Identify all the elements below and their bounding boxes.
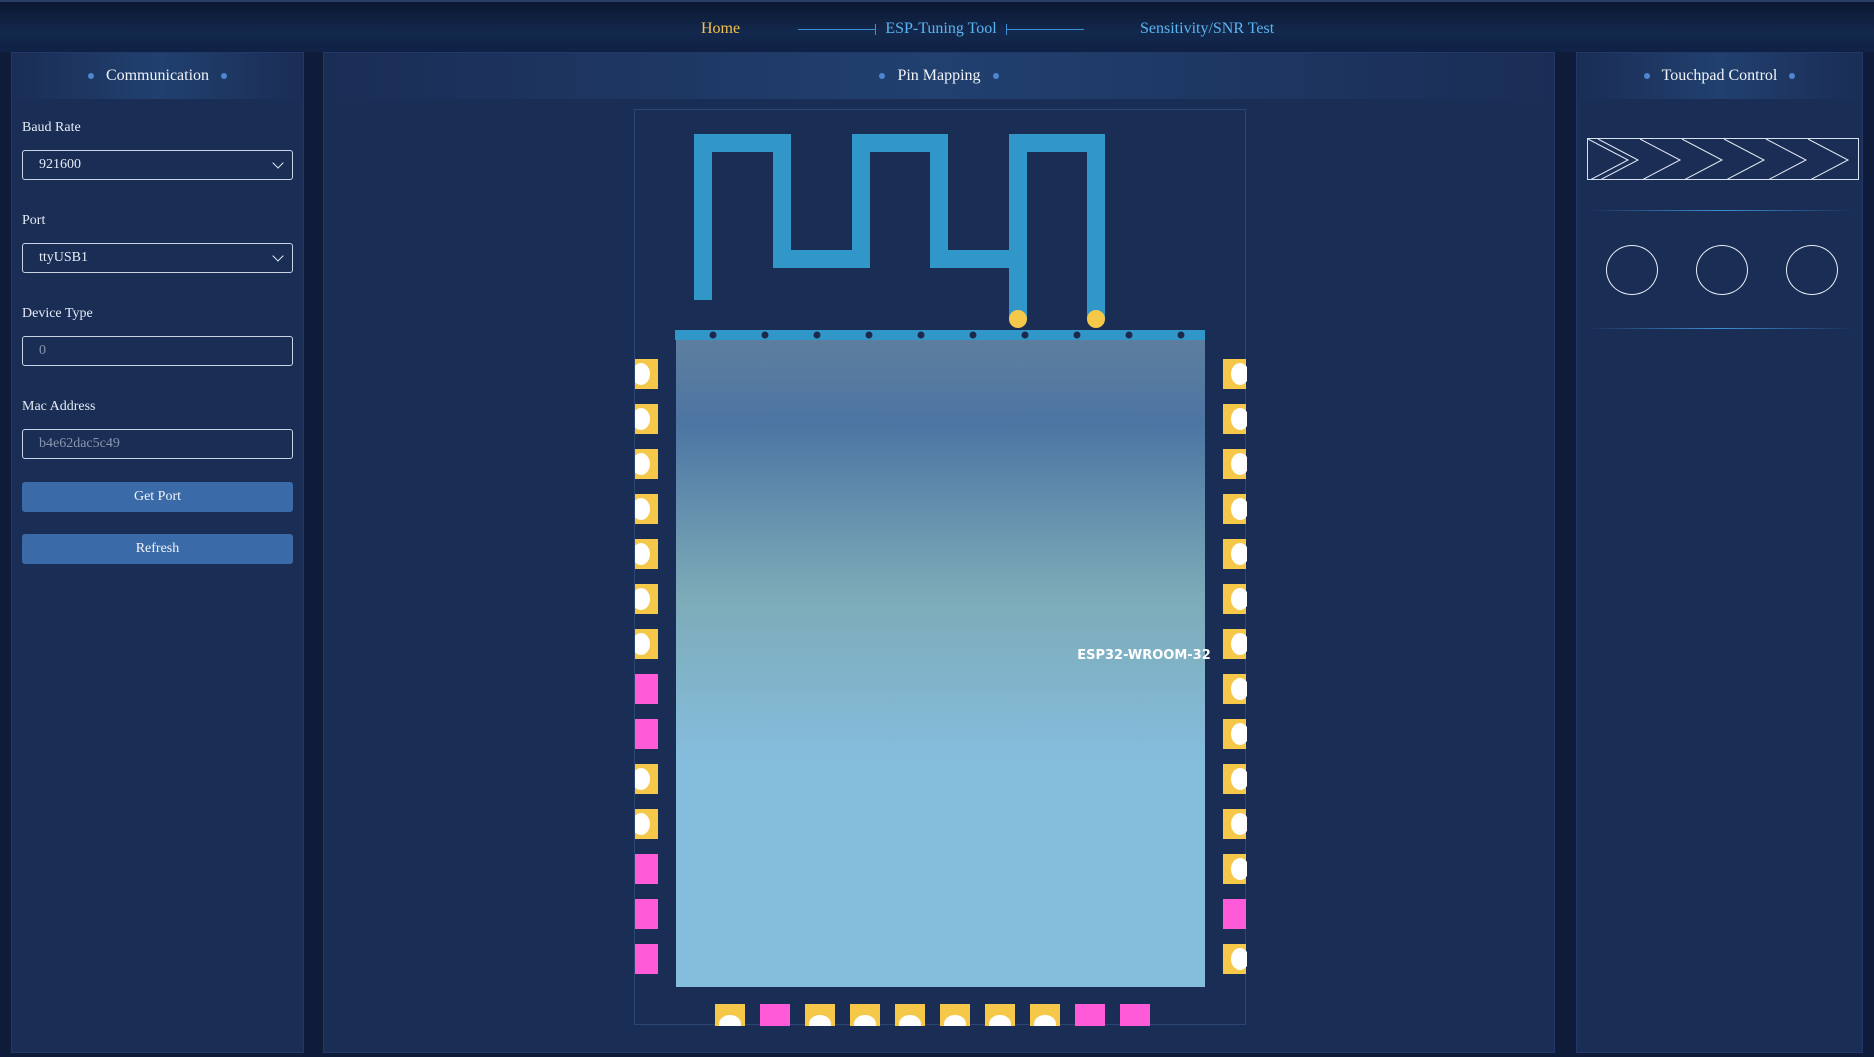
chevron-down-icon xyxy=(272,250,284,262)
chevron-down-icon xyxy=(272,157,284,169)
pin-mapping-panel: Pin Mapping ESP32-WROOM-32 xyxy=(323,52,1555,1053)
baud-rate-value: 921600 xyxy=(39,157,81,172)
touchpad-title: Touchpad Control xyxy=(1661,67,1778,84)
header-dot-icon xyxy=(992,73,999,79)
touch-pin-right[interactable] xyxy=(1223,719,1249,749)
chip-name-label: ESP32-WROOM-32 xyxy=(1077,648,1211,663)
header-dot-icon xyxy=(1643,73,1650,79)
touch-pin-left[interactable] xyxy=(632,584,658,614)
touch-pin-left[interactable] xyxy=(632,449,658,479)
plain-pin-right[interactable] xyxy=(1223,899,1246,929)
touch-pin-bottom[interactable] xyxy=(940,1004,970,1033)
bottom-pin-row xyxy=(715,1004,1150,1033)
touch-pin-left[interactable] xyxy=(632,764,658,794)
header-dot-icon xyxy=(221,73,228,79)
header-dot-icon xyxy=(879,73,886,79)
right-pin-column xyxy=(1223,359,1249,974)
touch-pin-bottom[interactable] xyxy=(850,1004,880,1033)
touch-pin-bottom[interactable] xyxy=(895,1004,925,1033)
slider-separator xyxy=(1587,210,1855,211)
touch-pin-right[interactable] xyxy=(1223,764,1249,794)
touch-pin-right[interactable] xyxy=(1223,539,1249,569)
touch-pin-right[interactable] xyxy=(1223,584,1249,614)
plain-pin-bottom[interactable] xyxy=(760,1004,790,1026)
shield-dot xyxy=(709,331,717,339)
antenna-trace xyxy=(694,134,1105,320)
plain-pin-left[interactable] xyxy=(635,899,658,929)
plain-pin-left[interactable] xyxy=(635,674,658,704)
chip-diagram xyxy=(632,109,1249,1033)
touch-pin-right[interactable] xyxy=(1223,674,1249,704)
pin-mapping-panel-header: Pin Mapping xyxy=(324,53,1554,99)
nav-home-link[interactable]: Home xyxy=(701,20,740,38)
plain-pin-left[interactable] xyxy=(635,854,658,884)
get-port-button[interactable]: Get Port xyxy=(22,482,293,512)
device-type-input[interactable]: 0 xyxy=(22,336,293,366)
mac-address-input[interactable]: b4e62dac5c49 xyxy=(22,429,293,459)
shield-dot xyxy=(865,331,873,339)
chip-body xyxy=(676,340,1205,987)
shield-dot xyxy=(1073,331,1081,339)
shield-dot xyxy=(1177,331,1185,339)
touchpad-panel-header: Touchpad Control xyxy=(1577,53,1862,99)
touch-pin-left[interactable] xyxy=(632,494,658,524)
shield-dot xyxy=(1021,331,1029,339)
title-decoration-right xyxy=(1006,24,1084,35)
touch-pin-right[interactable] xyxy=(1223,449,1249,479)
plain-pin-bottom[interactable] xyxy=(1120,1004,1150,1026)
port-label: Port xyxy=(22,213,46,228)
port-select[interactable]: ttyUSB1 xyxy=(22,243,293,273)
touch-pin-left[interactable] xyxy=(632,359,658,389)
plain-pin-bottom[interactable] xyxy=(1075,1004,1105,1026)
top-navigation-bar: Home ESP-Tuning Tool Sensitivity/SNR Tes… xyxy=(0,0,1874,52)
shield-dot xyxy=(969,331,977,339)
shield-dot xyxy=(917,331,925,339)
touch-pin-bottom[interactable] xyxy=(805,1004,835,1033)
touch-pin-left[interactable] xyxy=(632,539,658,569)
plain-pin-left[interactable] xyxy=(635,944,658,974)
communication-title: Communication xyxy=(105,67,210,84)
port-value: ttyUSB1 xyxy=(39,250,89,265)
mac-address-label: Mac Address xyxy=(22,399,96,414)
communication-panel-header: Communication xyxy=(12,53,303,99)
shield-dot xyxy=(1125,331,1133,339)
touch-pin-bottom[interactable] xyxy=(715,1004,745,1033)
antenna-via-2 xyxy=(1087,310,1105,328)
communication-panel: Communication Baud Rate 921600 Port ttyU… xyxy=(11,52,304,1053)
baud-rate-label: Baud Rate xyxy=(22,120,81,135)
touch-pin-right[interactable] xyxy=(1223,404,1249,434)
pin-mapping-title: Pin Mapping xyxy=(897,67,981,84)
touch-pin-bottom[interactable] xyxy=(1030,1004,1060,1033)
refresh-button[interactable]: Refresh xyxy=(22,534,293,564)
touch-pin-right[interactable] xyxy=(1223,494,1249,524)
touch-slider[interactable] xyxy=(1587,138,1859,180)
header-dot-icon xyxy=(87,73,94,79)
touch-pin-bottom[interactable] xyxy=(985,1004,1015,1033)
shield-dot xyxy=(813,331,821,339)
touch-pin-left[interactable] xyxy=(632,629,658,659)
antenna-via-1 xyxy=(1009,310,1027,328)
touch-pin-left[interactable] xyxy=(632,404,658,434)
touch-button-2[interactable] xyxy=(1696,245,1748,295)
header-dot-icon xyxy=(1789,73,1796,79)
left-pin-column xyxy=(632,359,658,974)
touch-pin-right[interactable] xyxy=(1223,854,1249,884)
touch-pin-right[interactable] xyxy=(1223,359,1249,389)
baud-rate-select[interactable]: 921600 xyxy=(22,150,293,180)
chip-diagram-svg xyxy=(632,134,1249,1033)
touch-pin-right[interactable] xyxy=(1223,944,1249,974)
shield-dot xyxy=(761,331,769,339)
slider-chevrons-icon xyxy=(1588,139,1850,179)
touch-button-3[interactable] xyxy=(1786,245,1838,295)
touch-pin-right[interactable] xyxy=(1223,809,1249,839)
app-title: ESP-Tuning Tool xyxy=(798,20,1084,40)
device-type-label: Device Type xyxy=(22,306,93,321)
touch-button-1[interactable] xyxy=(1606,245,1658,295)
touch-pin-left[interactable] xyxy=(632,809,658,839)
nav-sensitivity-link[interactable]: Sensitivity/SNR Test xyxy=(1140,20,1274,38)
touchpad-control-panel: Touchpad Control xyxy=(1576,52,1863,1053)
plain-pin-left[interactable] xyxy=(635,719,658,749)
buttons-separator xyxy=(1587,328,1855,329)
